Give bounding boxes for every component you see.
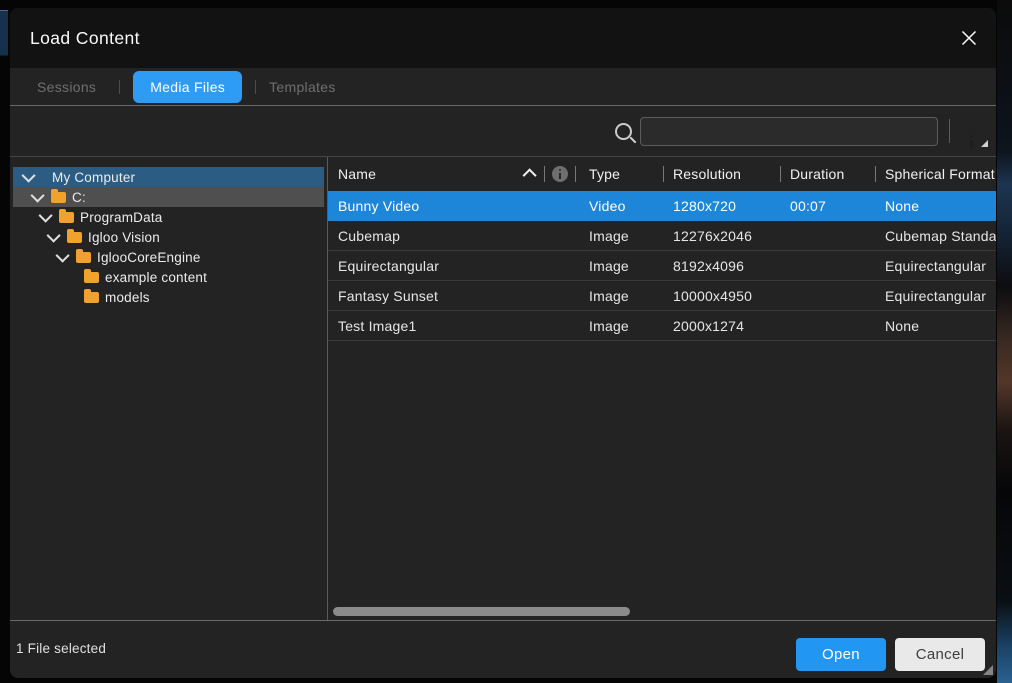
- folder-icon: [84, 272, 99, 283]
- dialog-content: My Computer C: ProgramData Igloo Vision: [10, 157, 996, 621]
- cancel-button[interactable]: Cancel: [895, 638, 985, 671]
- toolbar-separator: [949, 119, 950, 143]
- tree-item-label: IglooCoreEngine: [97, 250, 201, 265]
- tree-item-igloocoreengine[interactable]: IglooCoreEngine: [13, 247, 324, 267]
- tree-item-example-content[interactable]: example content: [13, 267, 324, 287]
- folder-icon: [76, 252, 91, 263]
- tree-item-igloo-vision[interactable]: Igloo Vision: [13, 227, 324, 247]
- folder-icon: [59, 212, 74, 223]
- info-button[interactable]: [959, 119, 983, 143]
- table-row[interactable]: Fantasy Sunset Image 10000x4950 Equirect…: [328, 281, 996, 311]
- resize-grip-icon[interactable]: [983, 665, 993, 675]
- chevron-down-icon[interactable]: [39, 209, 53, 223]
- tab-separator: [119, 80, 120, 94]
- tab-templates[interactable]: Templates: [269, 79, 336, 95]
- chevron-down-icon[interactable]: [56, 249, 70, 263]
- dialog-title: Load Content: [30, 28, 140, 49]
- info-icon: [552, 166, 568, 182]
- selection-status: 1 File selected: [16, 641, 106, 656]
- sort-ascending-icon: [523, 168, 537, 182]
- folder-icon: [84, 292, 99, 303]
- tree-item-programdata[interactable]: ProgramData: [13, 207, 324, 227]
- search-icon: [615, 123, 632, 140]
- dialog-titlebar: Load Content: [10, 8, 996, 68]
- chevron-down-icon[interactable]: [31, 189, 45, 203]
- tabs-bar: Sessions Media Files Templates: [10, 68, 996, 106]
- table-row[interactable]: Bunny Video Video 1280x720 00:07 None: [328, 191, 996, 221]
- corner-triangle-icon: [981, 140, 988, 147]
- horizontal-scrollbar-thumb[interactable]: [333, 607, 630, 616]
- tree-item-label: ProgramData: [80, 210, 162, 225]
- close-button[interactable]: [958, 28, 980, 50]
- search-input[interactable]: [640, 117, 938, 146]
- table-row[interactable]: Equirectangular Image 8192x4096 Equirect…: [328, 251, 996, 281]
- tree-item-label: example content: [105, 270, 207, 285]
- column-header-duration[interactable]: Duration: [780, 166, 875, 182]
- folder-tree: My Computer C: ProgramData Igloo Vision: [10, 157, 327, 620]
- table-row[interactable]: Test Image1 Image 2000x1274 None: [328, 311, 996, 341]
- column-header-name[interactable]: Name: [328, 166, 544, 182]
- tree-item-label: My Computer: [52, 170, 135, 185]
- folder-icon: [67, 232, 82, 243]
- search-toolbar: [10, 106, 996, 157]
- column-header-spherical-format[interactable]: Spherical Format: [875, 166, 996, 182]
- file-table: Name Type Resolution Duration Spherical …: [328, 157, 996, 620]
- tab-separator: [255, 80, 256, 94]
- background-app-fragment: [0, 10, 8, 56]
- dialog-footer: 1 File selected Open Cancel: [10, 621, 996, 678]
- table-header: Name Type Resolution Duration Spherical …: [328, 157, 996, 191]
- column-header-info[interactable]: [544, 166, 575, 182]
- folder-icon: [51, 192, 66, 203]
- load-content-dialog: Load Content Sessions Media Files Templa…: [10, 8, 996, 678]
- close-icon: [961, 30, 977, 49]
- chevron-down-icon[interactable]: [47, 229, 61, 243]
- tree-item-label: Igloo Vision: [88, 230, 160, 245]
- tree-item-models[interactable]: models: [13, 287, 324, 307]
- background-app-fragment: [997, 0, 1012, 683]
- tree-item-label: C:: [72, 190, 86, 205]
- tree-item-my-computer[interactable]: My Computer: [13, 167, 324, 187]
- open-button[interactable]: Open: [796, 638, 886, 671]
- column-header-resolution[interactable]: Resolution: [663, 166, 780, 182]
- table-row[interactable]: Cubemap Image 12276x2046 Cubemap Standar…: [328, 221, 996, 251]
- tree-item-c-drive[interactable]: C:: [13, 187, 324, 207]
- column-header-type[interactable]: Type: [575, 166, 663, 182]
- tab-media-files[interactable]: Media Files: [133, 71, 242, 103]
- tab-sessions[interactable]: Sessions: [37, 79, 96, 95]
- tree-item-label: models: [105, 290, 150, 305]
- chevron-down-icon[interactable]: [22, 169, 36, 183]
